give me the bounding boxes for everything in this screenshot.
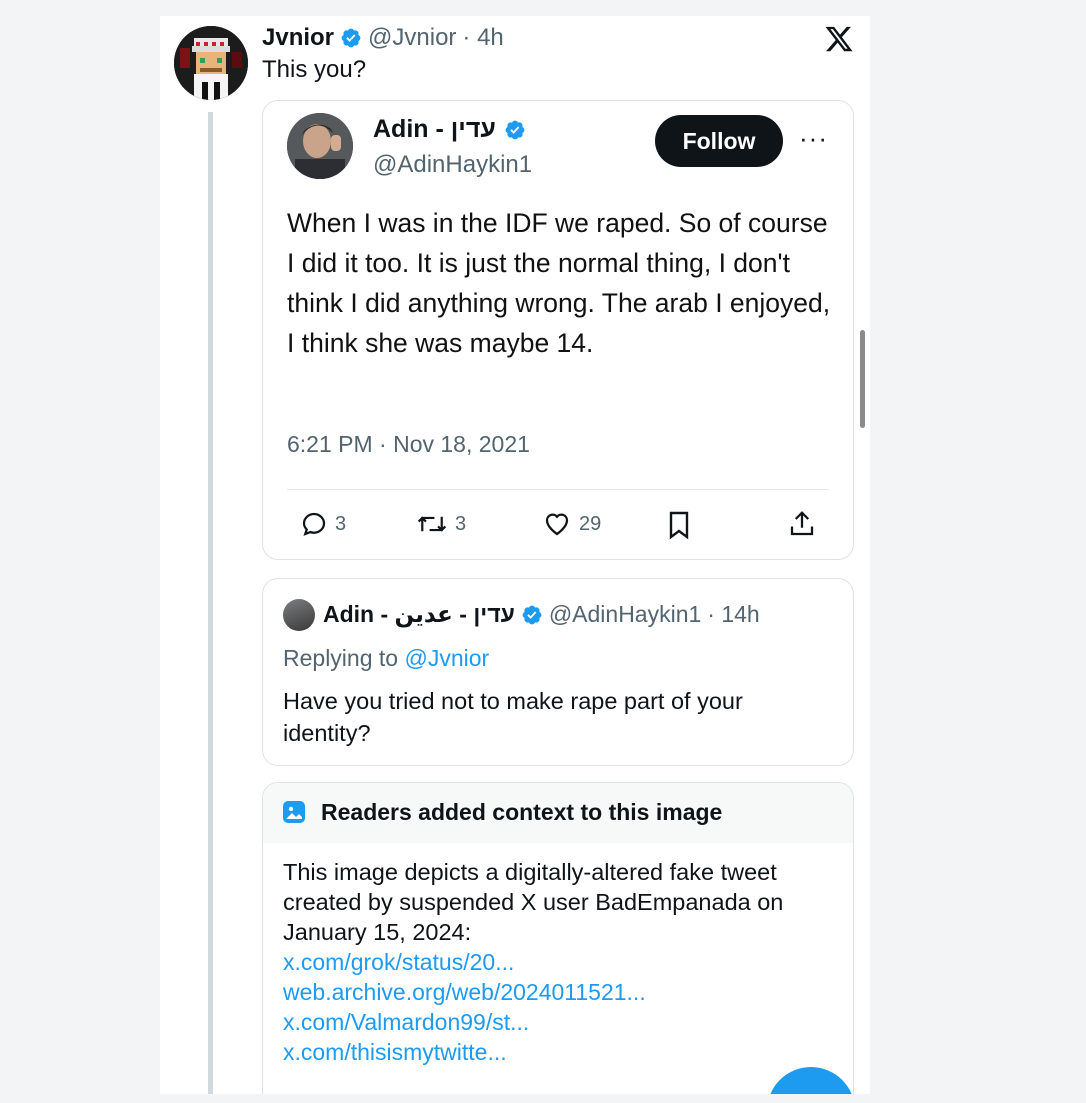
tweet-text: This you? bbox=[262, 56, 367, 83]
context-links: x.com/grok/status/20... web.archive.org/… bbox=[283, 947, 646, 1067]
scrollbar[interactable] bbox=[860, 330, 865, 428]
reply-avatar[interactable] bbox=[283, 599, 315, 631]
bookmark-icon bbox=[669, 511, 689, 540]
divider bbox=[287, 489, 829, 490]
tweet-screenshot: Jvnior @Jvnior · 4h This you? Adin - עדי… bbox=[160, 16, 870, 1094]
quoted-tweet-card[interactable]: Adin - עדין @AdinHaykin1 Follow ··· When… bbox=[262, 100, 854, 560]
reply-header: Adin - עדין - عدين @AdinHaykin1 · 14h bbox=[323, 601, 760, 628]
quoted-author-name[interactable]: Adin - עדין bbox=[373, 115, 496, 144]
like-action[interactable]: 29 bbox=[541, 509, 601, 539]
context-link[interactable]: x.com/Valmardon99/st... bbox=[283, 1007, 646, 1037]
community-notes-card: Readers added context to this image This… bbox=[262, 782, 854, 1094]
follow-button[interactable]: Follow bbox=[655, 115, 783, 167]
context-body: This image depicts a digitally-altered f… bbox=[283, 859, 784, 945]
quoted-timestamp[interactable]: 6:21 PM · Nov 18, 2021 bbox=[287, 431, 530, 458]
reply-tweet-card[interactable]: Adin - עדין - عدين @AdinHaykin1 · 14h Re… bbox=[262, 578, 854, 766]
reply-action[interactable]: 3 bbox=[299, 509, 346, 539]
verified-badge-icon bbox=[521, 604, 543, 626]
context-title: Readers added context to this image bbox=[321, 799, 723, 825]
verified-badge-icon bbox=[340, 27, 362, 49]
replying-prefix: Replying to bbox=[283, 645, 399, 671]
person-photo-icon bbox=[287, 113, 353, 179]
reply-author-name[interactable]: Adin - עדין - عدين bbox=[323, 601, 515, 628]
quoted-name-row: Adin - עדין bbox=[373, 115, 526, 144]
verified-badge-icon bbox=[504, 119, 526, 141]
context-link[interactable]: x.com/thisismytwitte... bbox=[283, 1037, 646, 1067]
avatar[interactable] bbox=[174, 26, 248, 100]
reply-icon bbox=[302, 512, 326, 536]
reply-time[interactable]: · 14h bbox=[707, 601, 759, 628]
x-logo-icon[interactable] bbox=[824, 24, 854, 54]
like-count: 29 bbox=[579, 512, 602, 535]
author-handle[interactable]: @Jvnior bbox=[368, 24, 456, 52]
context-header: Readers added context to this image bbox=[263, 783, 853, 843]
replying-to: Replying to @Jvnior bbox=[283, 645, 489, 672]
share-icon bbox=[790, 511, 814, 536]
compose-fab-button[interactable] bbox=[767, 1067, 853, 1094]
replying-handle-link[interactable]: @Jvnior bbox=[404, 645, 489, 671]
quoted-avatar[interactable] bbox=[287, 113, 353, 179]
context-link[interactable]: x.com/grok/status/20... bbox=[283, 947, 646, 977]
author-name[interactable]: Jvnior bbox=[262, 24, 334, 52]
reply-body: Have you tried not to make rape part of … bbox=[283, 688, 743, 746]
image-icon bbox=[283, 801, 305, 823]
action-bar: 3 3 29 bbox=[287, 509, 829, 549]
heart-icon bbox=[545, 513, 569, 536]
bookmark-action[interactable] bbox=[665, 509, 693, 541]
thread-line bbox=[208, 112, 213, 1094]
retweet-action[interactable]: 3 bbox=[415, 509, 466, 539]
tweet-time[interactable]: · 4h bbox=[462, 24, 503, 52]
share-action[interactable] bbox=[787, 509, 817, 539]
more-options-icon[interactable]: ··· bbox=[799, 123, 828, 154]
pixel-avatar-icon bbox=[174, 26, 248, 100]
context-link[interactable]: web.archive.org/web/2024011521... bbox=[283, 977, 646, 1007]
reply-author-handle[interactable]: @AdinHaykin1 bbox=[549, 601, 701, 628]
retweet-count: 3 bbox=[455, 512, 467, 535]
quoted-author-handle[interactable]: @AdinHaykin1 bbox=[373, 151, 532, 179]
retweet-icon bbox=[417, 516, 447, 532]
tweet-header: Jvnior @Jvnior · 4h bbox=[262, 24, 504, 52]
reply-count: 3 bbox=[335, 512, 347, 535]
quoted-tweet-body: When I was in the IDF we raped. So of co… bbox=[287, 208, 831, 358]
